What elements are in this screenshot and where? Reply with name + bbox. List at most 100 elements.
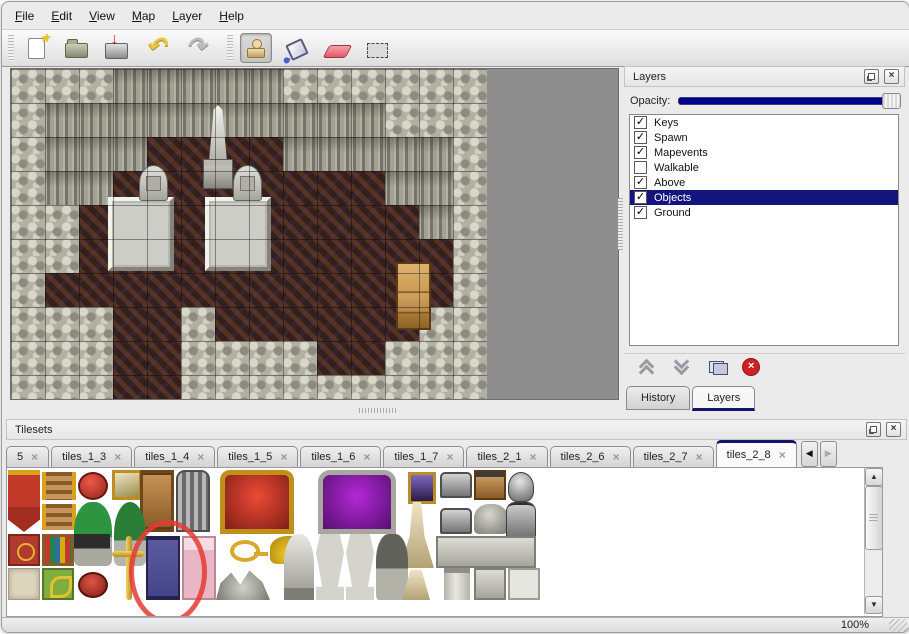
map-tile[interactable] <box>385 137 419 171</box>
map-tile[interactable] <box>419 69 453 103</box>
menu-map[interactable]: Map <box>132 9 155 23</box>
palette-tile-loom[interactable] <box>42 504 76 530</box>
map-tile[interactable] <box>419 205 453 239</box>
tab-layers[interactable]: Layers <box>692 386 755 411</box>
map-tile[interactable] <box>317 341 351 375</box>
palette-tile-platform-long[interactable] <box>436 536 536 568</box>
tab-scroll-right-button[interactable]: ▶ <box>820 441 837 467</box>
map-tile[interactable] <box>113 307 147 341</box>
stamp-button[interactable] <box>240 33 272 63</box>
map-tile[interactable] <box>181 375 215 400</box>
map-tile[interactable] <box>147 307 181 341</box>
palette-tile-banner-green[interactable] <box>42 568 74 600</box>
tileset-tab-tiles_1_6[interactable]: tiles_1_6× <box>300 446 381 467</box>
map-tile[interactable] <box>453 341 487 375</box>
horizontal-splitter[interactable] <box>359 408 397 413</box>
map-tile[interactable] <box>181 307 215 341</box>
layer-row-mapevents[interactable]: ✓Mapevents <box>630 145 898 160</box>
layer-checkbox[interactable] <box>634 161 647 174</box>
map-tile[interactable] <box>453 205 487 239</box>
map-tile[interactable] <box>453 307 487 341</box>
layer-checkbox[interactable]: ✓ <box>634 191 647 204</box>
palette-tile-helm-knight[interactable] <box>508 472 534 502</box>
map-tile[interactable] <box>351 341 385 375</box>
map-tile[interactable] <box>147 69 181 103</box>
map-tile[interactable] <box>249 375 283 400</box>
map-object-cabinet[interactable] <box>396 262 431 330</box>
map-tile[interactable] <box>147 273 181 307</box>
map-tile[interactable] <box>11 307 45 341</box>
palette-scrollbar[interactable]: ▲ ▼ <box>864 468 882 614</box>
map-tile[interactable] <box>147 103 181 137</box>
map-tile[interactable] <box>351 239 385 273</box>
map-tile[interactable] <box>147 375 181 400</box>
map-tile[interactable] <box>385 69 419 103</box>
map-tile[interactable] <box>79 307 113 341</box>
map-tile[interactable] <box>317 205 351 239</box>
scroll-down-button[interactable]: ▼ <box>865 596 883 614</box>
tab-close-icon[interactable]: × <box>613 450 620 464</box>
map-tile[interactable] <box>249 137 283 171</box>
redo-button[interactable] <box>181 34 211 62</box>
tab-close-icon[interactable]: × <box>446 450 453 464</box>
tab-close-icon[interactable]: × <box>696 450 703 464</box>
map-tile[interactable] <box>45 205 79 239</box>
palette-tile-gargoyle-pot[interactable] <box>376 534 408 600</box>
tab-close-icon[interactable]: × <box>197 450 204 464</box>
resize-grip[interactable] <box>889 619 907 632</box>
map-object-tombstone[interactable] <box>139 165 168 201</box>
map-canvas[interactable] <box>11 69 487 400</box>
tab-close-icon[interactable]: × <box>280 450 287 464</box>
map-tile[interactable] <box>45 69 79 103</box>
layer-row-objects[interactable]: ✓Objects <box>630 190 898 205</box>
palette-tile-chest-metal[interactable] <box>440 508 472 534</box>
map-tile[interactable] <box>385 103 419 137</box>
map-tile[interactable] <box>351 69 385 103</box>
map-object-statue-monument[interactable] <box>203 105 233 189</box>
layer-row-spawn[interactable]: ✓Spawn <box>630 130 898 145</box>
map-tile[interactable] <box>283 205 317 239</box>
map-tile[interactable] <box>79 137 113 171</box>
layer-row-walkable[interactable]: Walkable <box>630 160 898 175</box>
map-tile[interactable] <box>79 69 113 103</box>
map-tile[interactable] <box>113 103 147 137</box>
tileset-tab-tiles_2_8[interactable]: tiles_2_8× <box>716 440 797 467</box>
palette-tile-banner-red[interactable] <box>8 470 40 532</box>
palette-tile-pillar[interactable] <box>444 568 470 600</box>
layer-checkbox[interactable]: ✓ <box>634 131 647 144</box>
map-tile[interactable] <box>419 341 453 375</box>
map-tile[interactable] <box>283 375 317 400</box>
map-tile[interactable] <box>385 341 419 375</box>
palette-tile-grindstone[interactable] <box>74 534 110 600</box>
menu-view[interactable]: View <box>89 9 115 23</box>
tileset-tab-tiles_1_3[interactable]: tiles_1_3× <box>51 446 132 467</box>
move-layer-down-button[interactable] <box>671 358 691 376</box>
menu-layer[interactable]: Layer <box>172 9 202 23</box>
palette-tile-portrait[interactable] <box>408 472 436 504</box>
map-tile[interactable] <box>283 171 317 205</box>
map-tile[interactable] <box>453 171 487 205</box>
map-tile[interactable] <box>181 273 215 307</box>
map-tile[interactable] <box>11 341 45 375</box>
map-tile[interactable] <box>45 375 79 400</box>
palette-tile-chest-wood[interactable] <box>474 470 506 500</box>
map-tile[interactable] <box>147 341 181 375</box>
map-tile[interactable] <box>79 375 113 400</box>
tileset-tab-tiles_2_1[interactable]: tiles_2_1× <box>466 446 547 467</box>
map-tile[interactable] <box>79 103 113 137</box>
map-tile[interactable] <box>249 273 283 307</box>
map-tile[interactable] <box>283 103 317 137</box>
map-tile[interactable] <box>181 341 215 375</box>
map-tile[interactable] <box>283 239 317 273</box>
map-tile[interactable] <box>11 273 45 307</box>
palette-tile-bookshelf[interactable] <box>42 534 74 566</box>
map-object-platform[interactable] <box>205 197 271 271</box>
map-tile[interactable] <box>317 273 351 307</box>
palette-tile-rock-pile[interactable] <box>216 568 270 600</box>
map-viewport[interactable] <box>10 68 619 400</box>
map-tile[interactable] <box>419 103 453 137</box>
tab-scroll-left-button[interactable]: ◀ <box>801 441 818 467</box>
close-panel-icon[interactable]: × <box>886 422 901 437</box>
map-tile[interactable] <box>215 307 249 341</box>
layer-checkbox[interactable]: ✓ <box>634 116 647 129</box>
